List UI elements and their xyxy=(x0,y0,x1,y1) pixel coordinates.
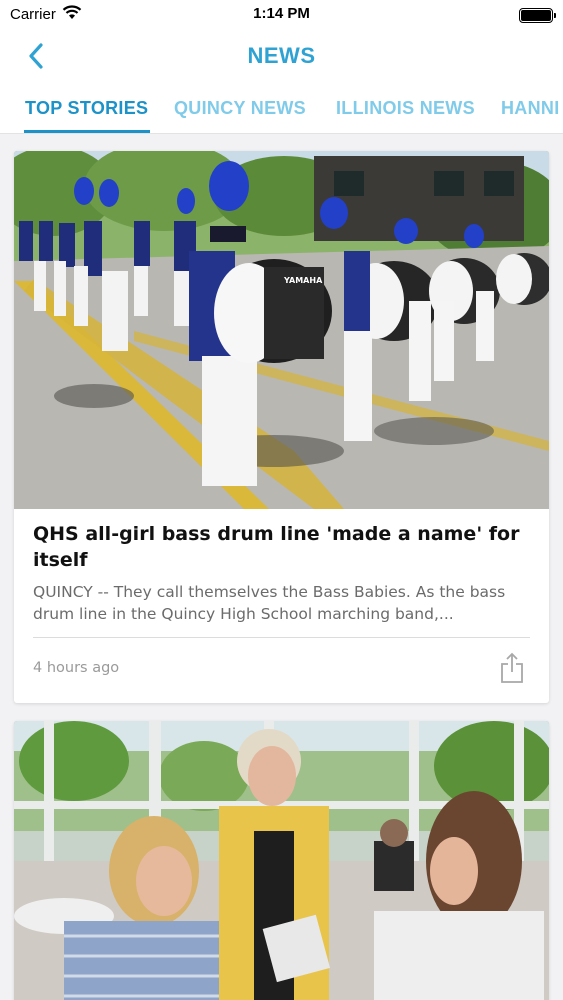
battery-icon xyxy=(519,8,556,23)
battery-fill xyxy=(521,10,551,21)
article-headline[interactable]: QHS all-girl bass drum line 'made a name… xyxy=(33,521,530,573)
article-summary: QUINCY -- They call themselves the Bass … xyxy=(33,583,506,623)
drum-logo: YAMAHA xyxy=(283,276,323,285)
tab-quincy-news[interactable]: QUINCY NEWS xyxy=(174,98,306,119)
marching-band-image: YAMAHA xyxy=(14,151,549,509)
share-button[interactable] xyxy=(496,652,528,688)
article-timestamp: 4 hours ago xyxy=(33,660,120,676)
article-body: QHS all-girl bass drum line 'made a name… xyxy=(14,509,549,703)
share-icon xyxy=(499,652,525,688)
women-conversation-image xyxy=(14,721,549,1000)
article-footer: 4 hours ago xyxy=(33,638,530,703)
tab-illinois-news[interactable]: ILLINOIS NEWS xyxy=(336,98,475,119)
nav-bar: NEWS xyxy=(0,30,563,86)
article-photo[interactable]: YAMAHA xyxy=(14,151,549,509)
article-card[interactable]: YAMAHA QHS all-girl bass drum line 'made… xyxy=(14,151,549,703)
tab-top-stories[interactable]: TOP STORIES xyxy=(25,98,148,119)
news-feed[interactable]: YAMAHA QHS all-girl bass drum line 'made… xyxy=(0,134,563,1000)
status-time: 1:14 PM xyxy=(253,5,310,22)
status-bar: Carrier 1:14 PM xyxy=(0,0,563,30)
article-photo[interactable] xyxy=(14,721,549,1000)
tab-hannibal[interactable]: HANNI xyxy=(501,98,560,119)
page-title: NEWS xyxy=(247,43,316,68)
active-tab-indicator xyxy=(24,130,150,133)
article-card[interactable] xyxy=(14,721,549,1000)
category-tabs: TOP STORIES QUINCY NEWS ILLINOIS NEWS HA… xyxy=(0,88,563,134)
